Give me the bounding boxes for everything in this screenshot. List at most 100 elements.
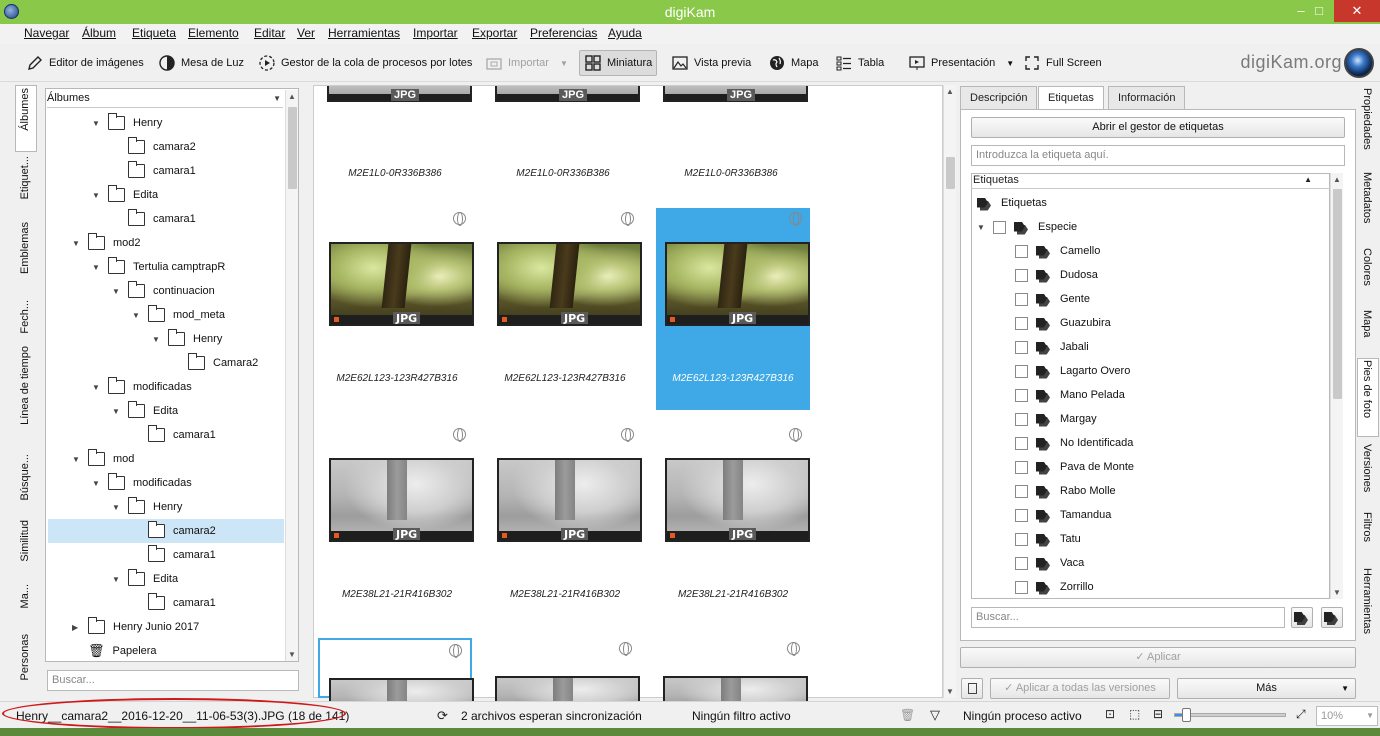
menu-album[interactable]: Álbum [82,26,116,40]
thumbnail-item[interactable] [318,638,474,718]
tag-item[interactable]: Vaca [1015,551,1084,575]
menu-navegar[interactable]: Navegar [24,26,69,40]
chevron-down-icon[interactable]: ▼ [977,223,985,232]
thumbnail-scroll-thumb[interactable] [946,157,955,189]
tag-entry-input[interactable]: Introduzca la etiqueta aquí. [971,145,1345,166]
chevron-down-icon[interactable]: ▼ [112,503,120,512]
menu-importar[interactable]: Importar [413,26,458,40]
chevron-down-icon[interactable]: ▼ [92,263,100,272]
album-item[interactable]: camara2 [48,519,284,543]
tag-item[interactable]: Pava de Monte [1015,455,1134,479]
tag-item[interactable]: Gente [1015,287,1090,311]
tag-checkbox[interactable] [1015,556,1028,570]
album-item[interactable]: ▼ Henry [152,327,222,351]
thumbnail-item[interactable] [654,638,808,716]
album-item[interactable]: ▼ Tertulia camptrapR [92,255,225,279]
thumbnail-item[interactable]: JPG M2E38L21-21R416B302 [656,424,810,626]
album-item[interactable]: camara1 [132,591,216,615]
album-item[interactable]: 🗑 Papelera [72,639,157,663]
album-item[interactable]: camara1 [132,423,216,447]
tag-checkbox[interactable] [1015,388,1028,402]
album-item[interactable]: ▼ Henry [112,495,182,519]
tag-item[interactable]: Camello [1015,239,1100,263]
tag-root[interactable]: Etiquetas [977,191,1047,215]
thumbnails-button[interactable]: Miniatura [579,50,658,76]
thumbnail-item[interactable]: JPG M2E62L123-123R427B316 [656,208,810,410]
zoom-slider-handle[interactable] [1182,708,1191,722]
album-item[interactable]: ▼ mod2 [72,231,141,255]
tag-item[interactable]: Rabo Molle [1015,479,1116,503]
chevron-down-icon[interactable]: ▼ [72,239,80,248]
chevron-down-icon[interactable]: ▼ [112,287,120,296]
menu-preferencias[interactable]: Preferencias [530,26,597,40]
zoom-fit-icon[interactable]: ⊡ [1105,707,1115,721]
tag-item[interactable]: Dudosa [1015,263,1098,287]
tag-checkbox[interactable] [1015,244,1028,258]
tab-search[interactable]: Búsque... [19,454,31,500]
tab-albums[interactable]: Álbumes [19,88,31,131]
tag-options-button[interactable] [1321,607,1343,628]
album-item[interactable]: ▼ continuacion [112,279,215,303]
albums-combo[interactable]: Álbumes ▼ [47,92,283,108]
zoom-combo[interactable]: 10% ▼ [1316,706,1378,726]
tag-checkbox[interactable] [1015,316,1028,330]
batch-queue-button[interactable]: Gestor de la cola de procesos por lotes [254,50,476,76]
album-item[interactable]: ▶ Henry Junio 2017 [72,615,199,639]
fit-window-icon[interactable]: ⤢ [1296,707,1306,722]
fullscreen-button[interactable]: Full Screen [1019,50,1106,76]
chevron-down-icon[interactable]: ▼ [132,311,140,320]
album-item[interactable]: ▼ modificadas [92,375,192,399]
tag-checkbox[interactable] [1015,532,1028,546]
zoom-out-icon[interactable]: ⬚ [1129,707,1140,721]
tab-description[interactable]: Descripción [960,86,1038,110]
menu-elemento[interactable]: Elemento [188,26,239,40]
filter-icon[interactable]: ▽ [930,707,940,723]
open-tag-manager-button[interactable]: Abrir el gestor de etiquetas [971,117,1345,138]
tab-filters[interactable]: Filtros [1361,512,1373,542]
zoom-in-icon[interactable]: ⊟ [1153,707,1163,721]
thumbnail-partial[interactable]: JPG [663,86,808,102]
album-item[interactable]: ▼ Edita [112,399,178,423]
tag-checkbox[interactable] [1015,508,1028,522]
thumbnail-item[interactable]: JPG M2E62L123-123R427B316 [320,208,474,410]
tag-item[interactable]: Margay [1015,407,1097,431]
album-item[interactable]: ▼ modificadas [92,471,192,495]
maximize-button[interactable]: □ [1304,0,1334,22]
image-editor-button[interactable]: Editor de imágenes [22,50,148,76]
album-item[interactable]: ▼ mod_meta [132,303,225,327]
tab-tags-right[interactable]: Etiquetas [1038,86,1104,110]
chevron-down-icon[interactable]: ▼ [152,335,160,344]
chevron-down-icon[interactable]: ▼ [72,455,80,464]
album-item[interactable]: Camara2 [172,351,258,375]
album-item[interactable]: ▼ Edita [112,567,178,591]
tab-map-right[interactable]: Mapa [1361,310,1373,338]
tag-checkbox[interactable] [1015,340,1028,354]
albums-scrollbar[interactable]: ▲ ▼ [285,90,298,661]
tab-labels[interactable]: Emblemas [19,222,31,274]
thumbnail-item[interactable]: JPG M2E62L123-123R427B316 [488,208,642,410]
tag-item[interactable]: Mano Pelada [1015,383,1125,407]
trash-filter-icon[interactable]: 🗑 [900,708,915,722]
thumbnail-item[interactable] [486,638,640,716]
tag-checkbox[interactable] [1015,460,1028,474]
tag-scroll-thumb[interactable] [1333,189,1342,399]
album-item[interactable]: ▼ Edita [92,183,158,207]
menu-exportar[interactable]: Exportar [472,26,517,40]
light-table-button[interactable]: Mesa de Luz [154,50,248,76]
tag-item[interactable]: Jabali [1015,335,1089,359]
thumbnail-partial[interactable]: JPG [495,86,640,102]
chevron-right-icon[interactable]: ▶ [72,623,80,632]
tag-checkbox[interactable] [1015,484,1028,498]
thumbnail-item[interactable]: JPG M2E38L21-21R416B302 [488,424,642,626]
album-item[interactable]: camara2 [112,135,196,159]
apply-button[interactable]: ✓ Aplicar [960,647,1356,668]
tab-properties[interactable]: Propiedades [1361,88,1373,150]
menu-ayuda[interactable]: Ayuda [608,26,642,40]
map-button[interactable]: Mapa [764,50,823,76]
chevron-down-icon[interactable]: ▼ [92,479,100,488]
album-item[interactable]: camara1 [112,159,196,183]
menu-herramientas[interactable]: Herramientas [328,26,400,40]
tag-checkbox[interactable] [1015,292,1028,306]
tag-scrollbar[interactable]: ▲ ▼ [1330,173,1343,599]
tab-tags[interactable]: Etiquet... [19,156,31,199]
